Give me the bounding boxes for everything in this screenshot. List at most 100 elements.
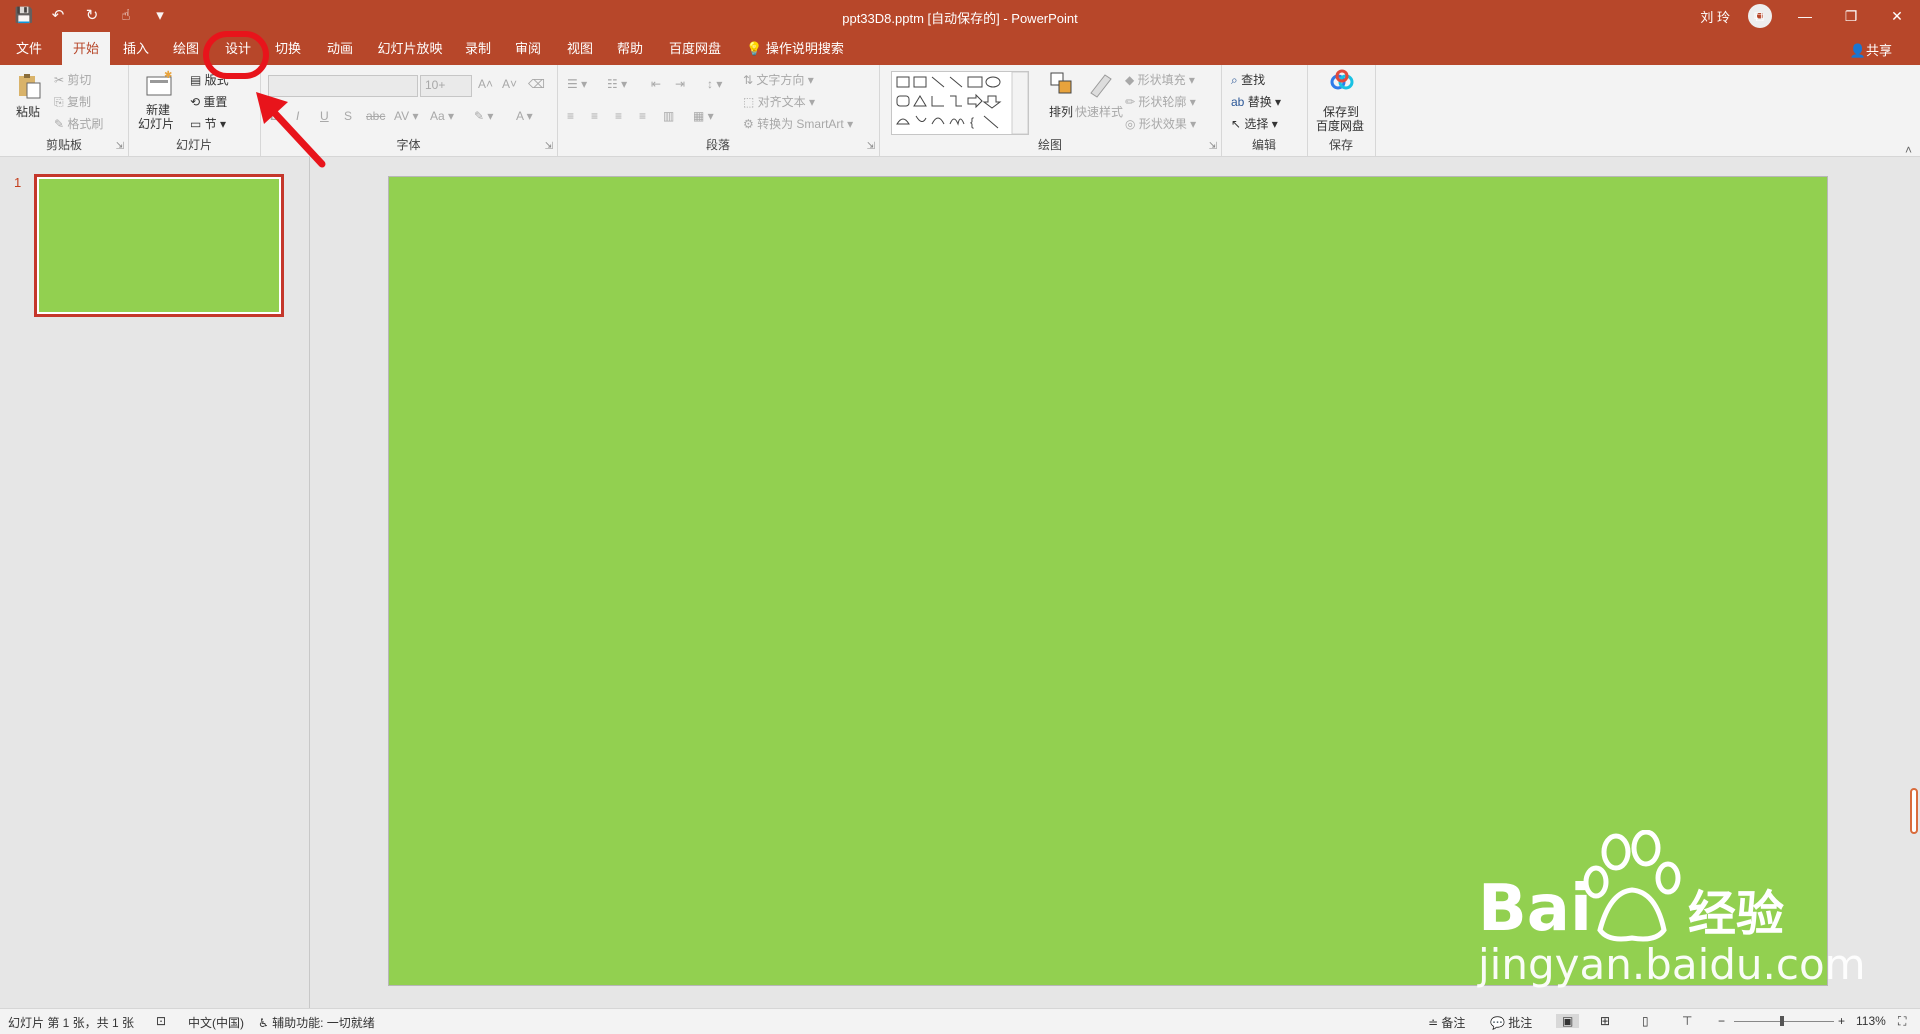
paste-icon[interactable] [14,71,44,101]
increase-indent-icon[interactable]: ⇥ [675,77,685,91]
change-case-icon[interactable]: Aa ▾ [430,109,454,123]
paragraph-launcher-icon[interactable]: ⇲ [867,141,875,152]
arrange-icon[interactable] [1047,69,1077,99]
tab-animations[interactable]: 动画 [320,32,360,65]
decrease-font-icon[interactable]: A˅ [502,77,517,91]
font-launcher-icon[interactable]: ⇲ [545,141,553,152]
comments-button[interactable]: 💬 批注 [1490,1014,1532,1031]
tab-draw[interactable]: 绘图 [166,32,206,65]
shadow-icon[interactable]: S [344,109,352,123]
group-drawing: { 排列 快速样式 ◆ 形状填充 ▾ ✏ 形状轮廓 ▾ ◎ 形状效果 ▾ 绘图 … [879,65,1222,156]
slides-group-label: 幻灯片 [175,138,212,152]
tab-slide-show[interactable]: 幻灯片放映 [372,32,448,65]
vertical-scrollbar-thumb[interactable] [1910,788,1918,834]
spell-check-icon[interactable]: ⊡ [156,1014,166,1028]
tab-help[interactable]: 帮助 [610,32,650,65]
text-direction-label: 文字方向 [756,73,805,87]
align-left-icon[interactable]: ≡ [567,109,574,123]
editing-group-label: 编辑 [1251,138,1276,152]
save-to-label-2[interactable]: 百度网盘 [1316,117,1364,134]
select-button[interactable]: ↖ 选择 ▾ [1231,115,1278,132]
baidu-pan-icon[interactable] [1327,67,1357,97]
increase-font-icon[interactable]: A˄ [478,77,493,91]
strikethrough-icon[interactable]: abc [366,109,385,123]
shapes-gallery[interactable]: { [891,71,1029,135]
distributed-icon[interactable]: ▥ [663,109,674,123]
drawing-launcher-icon[interactable]: ⇲ [1209,141,1217,152]
quick-styles-icon[interactable] [1085,69,1115,99]
minimize-button[interactable]: — [1782,0,1828,32]
ribbon-display-options-button[interactable]: ⧉ [1736,0,1782,32]
replace-button[interactable]: ab 替换 ▾ [1231,93,1281,110]
shape-outline-button[interactable]: ✏ 形状轮廓 ▾ [1125,93,1196,110]
slide-sorter-icon[interactable]: ⊞ [1600,1014,1610,1028]
arrange-label[interactable]: 排列 [1049,103,1073,120]
decrease-indent-icon[interactable]: ⇤ [651,77,661,91]
tab-record[interactable]: 录制 [458,32,498,65]
paste-label[interactable]: 粘贴 [16,103,40,120]
tab-file[interactable]: 文件 [10,32,48,65]
smartart-button[interactable]: ⚙ 转换为 SmartArt ▾ [743,115,853,132]
search-icon: ⌕ [1231,73,1242,87]
tab-review[interactable]: 审阅 [508,32,548,65]
tab-insert[interactable]: 插入 [116,32,156,65]
tab-transitions[interactable]: 切换 [268,32,308,65]
align-right-icon[interactable]: ≡ [615,109,622,123]
shape-effects-button[interactable]: ◎ 形状效果 ▾ [1125,115,1196,132]
font-size-combo[interactable]: 10+ [420,75,472,97]
quick-styles-label[interactable]: 快速样式 [1075,103,1123,120]
char-spacing-icon[interactable]: AV ▾ [394,109,418,123]
language-status[interactable]: 中文(中国) [188,1014,244,1031]
text-direction-button[interactable]: ⇅ 文字方向 ▾ [743,71,814,88]
slideshow-view-icon[interactable]: ⊤ [1682,1014,1692,1028]
align-text-button[interactable]: ⬚ 对齐文本 ▾ [743,93,815,110]
slide-thumbnail[interactable] [34,174,284,317]
close-button[interactable]: ✕ [1874,0,1920,32]
shape-effects-label: 形状效果 [1138,117,1187,131]
numbering-icon[interactable]: ☷ ▾ [607,77,627,91]
save-group-label: 保存 [1328,138,1353,152]
copy-button[interactable]: ⎘ 复制 [54,93,91,110]
reset-button[interactable]: ⟲ 重置 [190,93,227,110]
columns-icon[interactable]: ▦ ▾ [693,109,714,123]
find-button[interactable]: ⌕ 查找 [1231,71,1265,88]
normal-view-icon[interactable]: ▣ [1556,1014,1580,1028]
user-name[interactable]: 刘 玲 [1700,7,1730,26]
restore-button[interactable]: ❐ [1828,0,1874,32]
align-center-icon[interactable]: ≡ [591,109,598,123]
tab-view[interactable]: 视图 [560,32,600,65]
section-button[interactable]: ▭ 节 ▾ [190,115,226,132]
notes-button[interactable]: ≐ 备注 [1428,1014,1465,1031]
zoom-level[interactable]: 113% [1856,1014,1886,1028]
fit-to-window-icon[interactable]: ⛶ [1898,1014,1906,1029]
share-button[interactable]: 👤共享 [1850,40,1892,59]
shape-fill-button[interactable]: ◆ 形状填充 ▾ [1125,71,1195,88]
tell-me-label: 操作说明搜索 [765,41,844,56]
justify-icon[interactable]: ≡ [639,109,646,123]
line-spacing-icon[interactable]: ↕ ▾ [707,77,722,91]
tab-home[interactable]: 开始 [62,32,110,65]
tell-me-search[interactable]: 💡 操作说明搜索 [746,32,844,65]
highlight-icon[interactable]: ✎ ▾ [474,109,493,123]
clipboard-launcher-icon[interactable]: ⇲ [116,141,124,152]
group-paragraph: ☰ ▾ ☷ ▾ ⇤ ⇥ ↕ ▾ ⇅ 文字方向 ▾ ⬚ 对齐文本 ▾ ⚙ 转换为 … [557,65,880,156]
collapse-ribbon-icon[interactable]: ˄ [1905,143,1912,157]
new-slide-icon[interactable]: ✱ [144,69,174,99]
reading-view-icon[interactable]: ▯ [1642,1014,1649,1028]
cut-button[interactable]: ✂ 剪切 [54,71,91,88]
pen-icon: ✏ [1125,95,1139,109]
new-slide-label-2[interactable]: 幻灯片 [138,115,174,132]
copy-icon: ⎘ [54,95,67,109]
zoom-slider-thumb[interactable] [1780,1016,1784,1026]
format-painter-button[interactable]: ✎ 格式刷 [54,115,103,132]
font-color-icon[interactable]: A ▾ [516,109,533,123]
zoom-out-button[interactable]: − [1718,1014,1725,1028]
zoom-in-button[interactable]: + [1838,1014,1845,1028]
zoom-slider[interactable] [1734,1021,1834,1022]
accessibility-status[interactable]: ♿ 辅助功能: 一切就绪 [258,1014,375,1031]
tab-baidu-pan[interactable]: 百度网盘 [662,32,728,65]
drawing-group-label: 绘图 [1037,138,1062,152]
bullets-icon[interactable]: ☰ ▾ [567,77,587,91]
group-save: 保存到 百度网盘 保存 [1307,65,1376,156]
clear-formatting-icon[interactable]: ⌫ [528,77,545,91]
